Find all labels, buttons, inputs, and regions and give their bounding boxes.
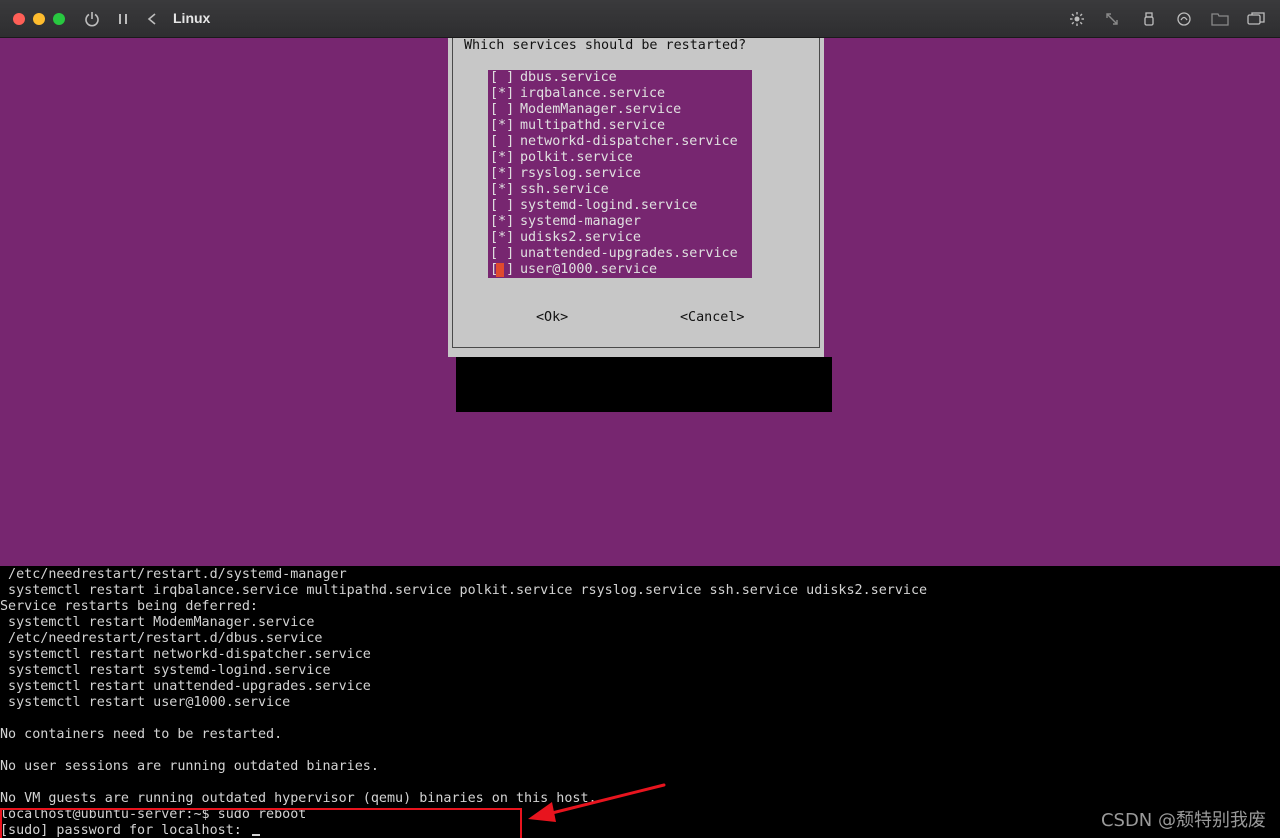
annotation-arrow-icon: [528, 783, 666, 822]
watermark: CSDN @颓特别我废: [1100, 810, 1266, 831]
